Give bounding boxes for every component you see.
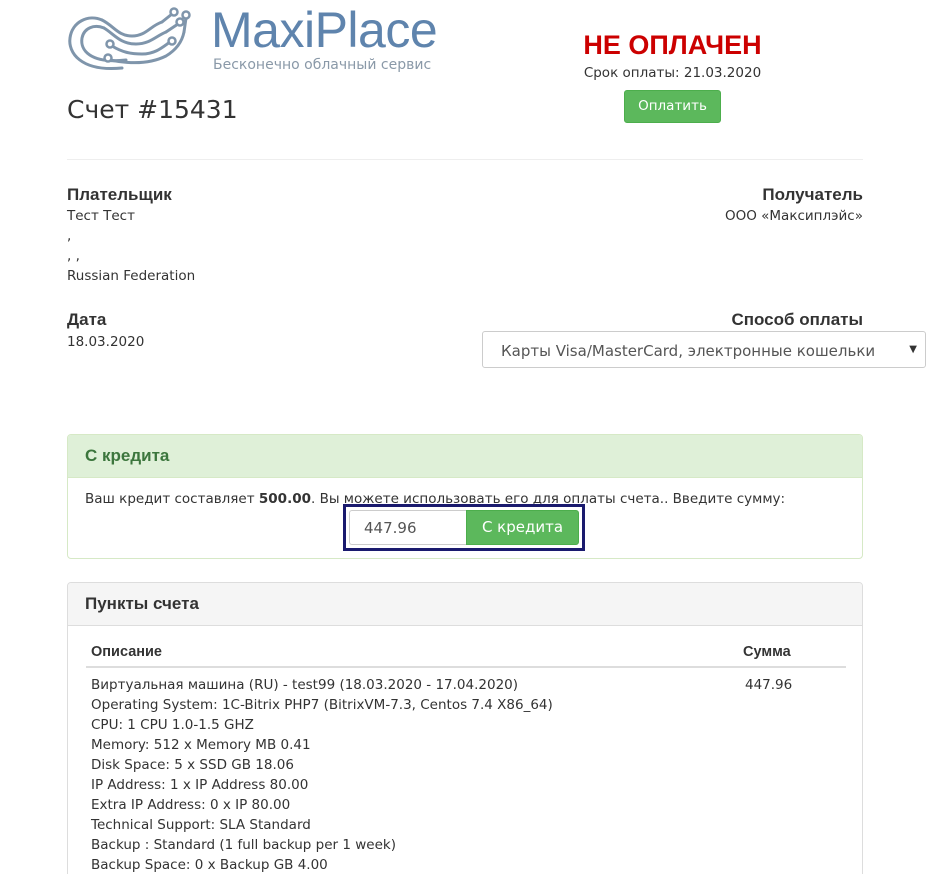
pay-button[interactable]: Оплатить [624, 90, 721, 123]
apply-credit-button[interactable]: С кредита [466, 510, 579, 545]
payer-line: , [67, 228, 72, 244]
payment-method-heading: Способ оплаты [731, 310, 863, 329]
item-line: Backup : Standard (1 full backup per 1 w… [91, 837, 396, 853]
payer-address: Тест Тест , , , Russian Federation [67, 206, 195, 286]
date-heading: Дата [67, 310, 107, 329]
payer-line: , , [67, 248, 80, 264]
brand-tagline: Бесконечно облачный сервис [213, 57, 432, 73]
item-line: Backup Space: 0 x Backup GB 4.00 [91, 857, 328, 873]
column-header-sum: Сумма [743, 644, 791, 660]
items-panel-title: Пункты счета [85, 594, 199, 613]
invoice-date: 18.03.2020 [67, 334, 145, 350]
item-line: Operating System: 1C-Bitrix PHP7 (Bitrix… [91, 697, 553, 713]
payer-line: Тест Тест [67, 208, 135, 224]
invoice-status-block: НЕ ОПЛАЧЕН Срок оплаты: 21.03.2020 Оплат… [540, 29, 805, 123]
table-row-description: Виртуальная машина (RU) - test99 (18.03.… [91, 675, 553, 874]
item-line: Extra IP Address: 0 x IP 80.00 [91, 797, 291, 813]
item-line: Виртуальная машина (RU) - test99 (18.03.… [91, 677, 519, 693]
credit-amount-input[interactable] [349, 510, 469, 545]
item-line: Disk Space: 5 x SSD GB 18.06 [91, 757, 294, 773]
brand-name: MaxiPlace [211, 2, 438, 58]
payer-line: Russian Federation [67, 268, 196, 284]
payment-method-selected: Карты Visa/MasterCard, электронные кошел… [501, 342, 876, 360]
recipient-name: ООО «Максиплэйс» [724, 208, 863, 224]
caret-down-icon: ▼ [909, 344, 917, 355]
table-row-sum: 447.96 [745, 677, 793, 693]
item-line: CPU: 1 CPU 1.0-1.5 GHZ [91, 717, 254, 733]
item-line: Memory: 512 x Memory MB 0.41 [91, 737, 311, 753]
due-date-text: Срок оплаты: 21.03.2020 [583, 65, 762, 81]
credit-input-group: С кредита [343, 504, 585, 551]
item-line: Technical Support: SLA Standard [91, 817, 311, 833]
recipient-heading: Получатель [762, 185, 863, 204]
circuit-logo-icon [68, 7, 191, 70]
column-header-description: Описание [91, 644, 162, 660]
status-badge: НЕ ОПЛАЧЕН [583, 30, 762, 60]
payment-method-select[interactable]: Карты Visa/MasterCard, электронные кошел… [482, 331, 926, 368]
header-divider [67, 159, 863, 160]
credit-amount: 500.00 [258, 491, 311, 507]
invoice-items-panel: Пункты счета Описание Сумма Виртуальная … [67, 582, 863, 874]
credit-text-before: Ваш кредит составляет [85, 491, 259, 507]
items-table-header: Описание Сумма [86, 641, 846, 668]
items-panel-header: Пункты счета [68, 583, 862, 626]
payer-heading: Плательщик [67, 185, 172, 204]
credit-panel-header: С кредита [68, 435, 862, 478]
page-title: Счет #15431 [67, 95, 238, 124]
item-line: IP Address: 1 x IP Address 80.00 [91, 777, 309, 793]
credit-panel-title: С кредита [85, 446, 170, 465]
